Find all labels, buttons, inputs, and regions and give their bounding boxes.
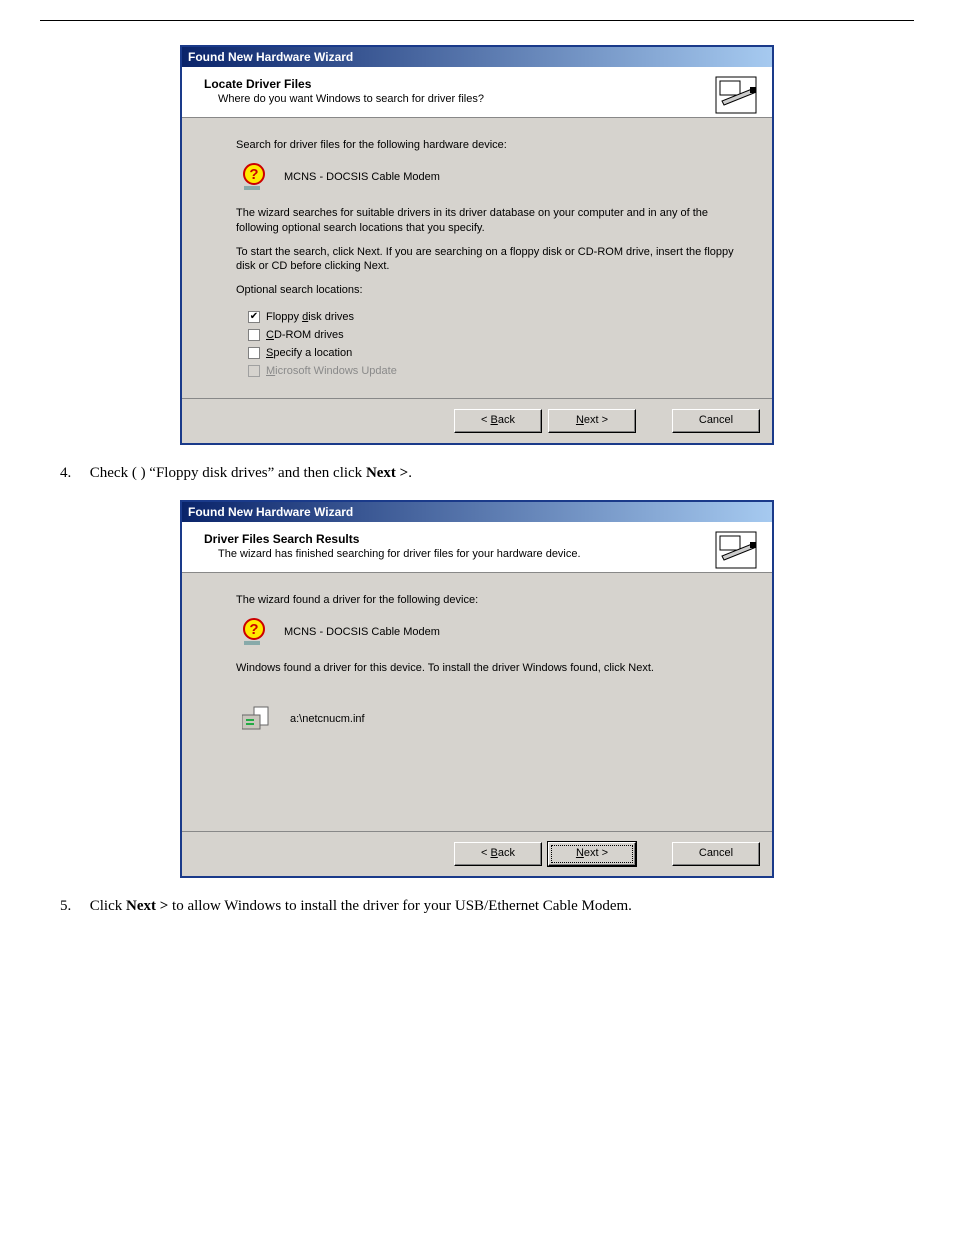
- unknown-device-icon: ?: [242, 162, 270, 192]
- found-line: The wizard found a driver for the follow…: [236, 593, 744, 607]
- device-name: MCNS - DOCSIS Cable Modem: [284, 625, 440, 639]
- option-cdrom[interactable]: CD-ROM drives: [248, 326, 744, 344]
- option-cdrom-label: CD-ROM drives: [266, 328, 344, 342]
- cancel-button[interactable]: Cancel: [672, 409, 760, 433]
- step-number: 5.: [60, 896, 86, 917]
- dialog-header: Driver Files Search Results The wizard h…: [182, 522, 772, 573]
- next-button[interactable]: Next >: [548, 409, 636, 433]
- instruction-5-text-b: to allow Windows to install the driver f…: [168, 898, 632, 914]
- checkbox-floppy[interactable]: ✔: [248, 311, 260, 323]
- instruction-4-bold: Next >: [366, 465, 408, 481]
- checkbox-cdrom[interactable]: [248, 329, 260, 341]
- page-top-rule: [40, 20, 914, 21]
- device-name: MCNS - DOCSIS Cable Modem: [284, 170, 440, 184]
- hardware-wizard-icon: [714, 75, 758, 115]
- wizard-dialog-locate: Found New Hardware Wizard Locate Driver …: [180, 45, 774, 445]
- device-row: ? MCNS - DOCSIS Cable Modem: [242, 162, 744, 192]
- instruction-4-text-a: Check ( ) “Floppy disk drives” and then …: [90, 465, 366, 481]
- instruction-5-bold: Next >: [126, 898, 168, 914]
- para-database: The wizard searches for suitable drivers…: [236, 206, 744, 235]
- instruction-5: 5. Click Next > to allow Windows to inst…: [90, 896, 914, 917]
- header-subtitle: The wizard has finished searching for dr…: [218, 548, 758, 560]
- header-title: Driver Files Search Results: [204, 532, 758, 546]
- next-button[interactable]: Next >: [548, 842, 636, 866]
- option-windows-update: Microsoft Windows Update: [248, 362, 744, 380]
- instruction-4: 4. Check ( ) “Floppy disk drives” and th…: [90, 463, 914, 484]
- dialog-body: Search for driver files for the followin…: [182, 118, 772, 398]
- options-list: ✔ Floppy disk drives CD-ROM drives Speci…: [248, 308, 744, 380]
- header-subtitle: Where do you want Windows to search for …: [218, 93, 758, 105]
- search-line: Search for driver files for the followin…: [236, 138, 744, 152]
- para-install: Windows found a driver for this device. …: [236, 661, 744, 675]
- dialog-header: Locate Driver Files Where do you want Wi…: [182, 67, 772, 118]
- header-title: Locate Driver Files: [204, 77, 758, 91]
- para-insert: To start the search, click Next. If you …: [236, 245, 744, 274]
- optional-locations-label: Optional search locations:: [236, 283, 744, 297]
- inf-row: a:\netcnucm.inf: [242, 705, 744, 733]
- dialog-footer: < Back Next > Cancel: [182, 398, 772, 443]
- dialog-body: The wizard found a driver for the follow…: [182, 573, 772, 832]
- dialog-footer: < Back Next > Cancel: [182, 831, 772, 876]
- option-specify[interactable]: Specify a location: [248, 344, 744, 362]
- checkbox-windows-update: [248, 365, 260, 377]
- cancel-button[interactable]: Cancel: [672, 842, 760, 866]
- wizard-dialog-results: Found New Hardware Wizard Driver Files S…: [180, 500, 774, 879]
- unknown-device-icon: ?: [242, 617, 270, 647]
- option-floppy-label: Floppy disk drives: [266, 310, 354, 324]
- device-row: ? MCNS - DOCSIS Cable Modem: [242, 617, 744, 647]
- instruction-4-text-b: .: [408, 465, 412, 481]
- hardware-wizard-icon: [714, 530, 758, 570]
- back-button[interactable]: < Back: [454, 409, 542, 433]
- option-floppy[interactable]: ✔ Floppy disk drives: [248, 308, 744, 326]
- titlebar: Found New Hardware Wizard: [182, 502, 772, 522]
- inf-file-icon: [242, 705, 276, 733]
- instruction-5-text-a: Click: [90, 898, 126, 914]
- titlebar: Found New Hardware Wizard: [182, 47, 772, 67]
- svg-text:?: ?: [249, 166, 258, 183]
- step-number: 4.: [60, 463, 86, 484]
- option-windows-update-label: Microsoft Windows Update: [266, 364, 397, 378]
- svg-text:?: ?: [249, 621, 258, 638]
- checkbox-specify[interactable]: [248, 347, 260, 359]
- back-button[interactable]: < Back: [454, 842, 542, 866]
- inf-path: a:\netcnucm.inf: [290, 712, 365, 726]
- option-specify-label: Specify a location: [266, 346, 352, 360]
